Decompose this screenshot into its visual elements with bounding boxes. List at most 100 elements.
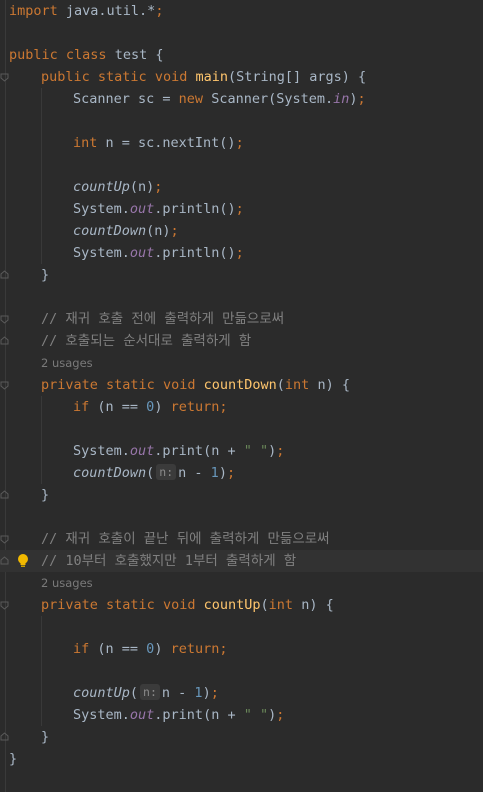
method-call: countDown [73, 465, 147, 481]
number-literal: 1 [194, 685, 203, 701]
code-text: System. [73, 443, 130, 459]
keyword: private [41, 377, 98, 393]
keyword: static [97, 69, 147, 85]
code-editor[interactable]: import java.util.*; public class test { … [0, 0, 483, 792]
static-field: out [129, 245, 155, 261]
brace: { [155, 47, 164, 63]
code-text: java.util.* [57, 3, 156, 19]
code-text: n - [161, 685, 195, 701]
comment-text: // 호출되는 순서대로 출력하게 함 [41, 333, 252, 349]
number-literal: 1 [210, 465, 219, 481]
usages-hint[interactable]: 2 usages [41, 353, 93, 373]
keyword: void [162, 377, 196, 393]
parameter-hint: n: [156, 464, 177, 480]
keyword: return [170, 641, 220, 657]
code-line-comment[interactable]: // 재귀 호출 전에 출력하게 만듦으로써 [0, 308, 483, 330]
fold-marker-icon[interactable] [0, 535, 9, 544]
semicolon: ; [219, 641, 228, 657]
lightbulb-icon[interactable] [17, 553, 29, 569]
code-text: ) [154, 399, 171, 415]
string-literal: " " [243, 443, 269, 459]
code-text: ) [154, 641, 171, 657]
code-line-if-return[interactable]: if (n == 0) return; [0, 396, 483, 418]
code-line-countdown-call[interactable]: countDown(n); [0, 220, 483, 242]
semicolon: ; [226, 465, 236, 481]
method-call: countUp [73, 179, 130, 195]
keyword: int [284, 377, 310, 393]
code-text: .print(n + [154, 707, 244, 723]
method-name: countUp [203, 597, 261, 613]
code-text: (n) [146, 223, 171, 239]
code-text: .println() [154, 245, 236, 261]
code-vision-usages[interactable]: 2 usages [0, 573, 483, 593]
code-line-recursive-call[interactable]: countDown(n: n - 1); [0, 462, 483, 484]
code-line-comment[interactable]: // 호출되는 순서대로 출력하게 함 [0, 330, 483, 352]
code-line-recursive-call[interactable]: countUp(n: n - 1); [0, 682, 483, 704]
fold-marker-icon[interactable] [0, 73, 9, 82]
fold-marker-icon[interactable] [0, 336, 9, 345]
code-text: ) [202, 685, 211, 701]
string-literal: " " [243, 707, 269, 723]
code-line-import[interactable]: import java.util.*; [0, 0, 483, 22]
code-text: n - [178, 465, 211, 481]
code-text: (n == [89, 399, 147, 415]
brace: } [9, 751, 18, 767]
fold-marker-icon[interactable] [0, 381, 9, 390]
code-text: n) { [309, 377, 350, 393]
static-field: out [129, 201, 155, 217]
code-line-print[interactable]: System.out.print(n + " "); [0, 440, 483, 462]
code-text: (String[] args) { [228, 69, 367, 85]
fold-marker-icon[interactable] [0, 556, 9, 565]
comment-text: // 재귀 호출 전에 출력하게 만듦으로써 [41, 311, 285, 327]
code-line-println[interactable]: System.out.println(); [0, 242, 483, 264]
code-line-int-n[interactable]: int n = sc.nextInt(); [0, 132, 483, 154]
semicolon: ; [235, 135, 244, 151]
code-line-println[interactable]: System.out.println(); [0, 198, 483, 220]
keyword: import [9, 3, 58, 19]
comment-text: // 10부터 호출했지만 1부터 출력하게 함 [41, 553, 297, 569]
code-line-close-class[interactable]: } [0, 748, 483, 770]
code-text: System. [73, 707, 130, 723]
code-line-countup-decl[interactable]: private static void countUp(int n) { [0, 594, 483, 616]
fold-marker-icon[interactable] [0, 270, 9, 279]
semicolon: ; [235, 201, 244, 217]
fold-marker-icon[interactable] [0, 490, 9, 499]
code-line-close-main[interactable]: } [0, 264, 483, 286]
code-line-scanner[interactable]: Scanner sc = new Scanner(System.in); [0, 88, 483, 110]
code-text: Scanner(System. [203, 91, 334, 107]
code-text: n = sc.nextInt() [97, 135, 236, 151]
code-line-comment[interactable]: // 재귀 호출이 끝난 뒤에 출력하게 만듦으로써 [0, 528, 483, 550]
code-line-close-countup[interactable]: } [0, 726, 483, 748]
keyword: int [73, 135, 98, 151]
code-text: .print(n + [154, 443, 244, 459]
semicolon: ; [155, 3, 164, 19]
code-line-if-return[interactable]: if (n == 0) return; [0, 638, 483, 660]
semicolon: ; [154, 179, 163, 195]
semicolon: ; [210, 685, 219, 701]
code-line-comment-current[interactable]: // 10부터 호출했지만 1부터 출력하게 함 [0, 550, 483, 572]
code-line-print[interactable]: System.out.print(n + " "); [0, 704, 483, 726]
keyword: private [41, 597, 98, 613]
code-vision-usages[interactable]: 2 usages [0, 353, 483, 373]
code-line-close-countdown[interactable]: } [0, 484, 483, 506]
fold-marker-icon[interactable] [0, 601, 9, 610]
fold-marker-icon[interactable] [0, 315, 9, 324]
keyword: if [73, 399, 90, 415]
semicolon: ; [276, 443, 285, 459]
keyword: class [65, 47, 107, 63]
keyword: if [73, 641, 90, 657]
code-line-class-decl[interactable]: public class test { [0, 44, 483, 66]
fold-marker-icon[interactable] [0, 732, 9, 741]
code-line-countdown-decl[interactable]: private static void countDown(int n) { [0, 374, 483, 396]
keyword: public [41, 69, 90, 85]
keyword: public [9, 47, 58, 63]
method-call: countUp [73, 685, 130, 701]
code-text: System. [73, 201, 130, 217]
semicolon: ; [357, 91, 366, 107]
code-line-countup-call[interactable]: countUp(n); [0, 176, 483, 198]
brace: } [41, 729, 50, 745]
code-text: (n == [89, 641, 147, 657]
code-line-main-decl[interactable]: public static void main(String[] args) { [0, 66, 483, 88]
code-text: ) [268, 443, 277, 459]
usages-hint[interactable]: 2 usages [41, 573, 93, 593]
